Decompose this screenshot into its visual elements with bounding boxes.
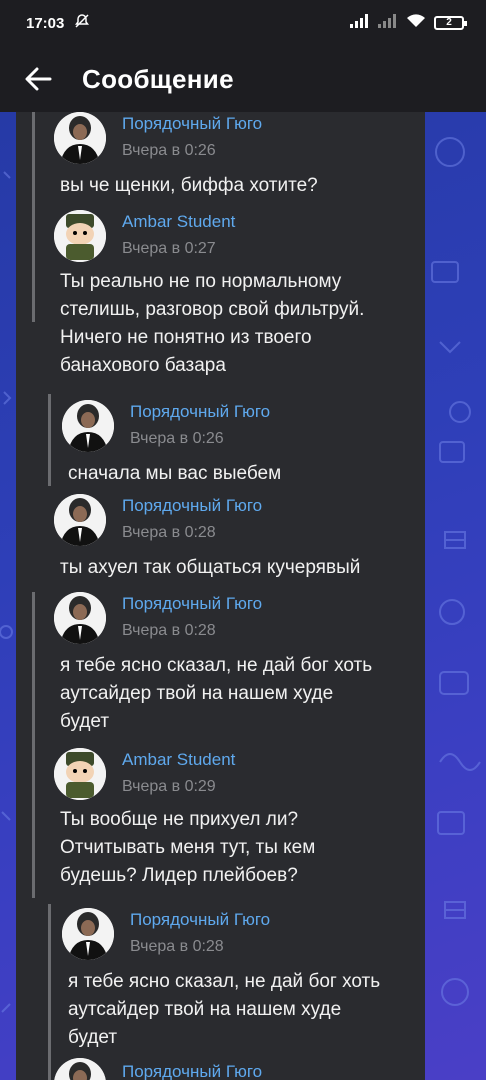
message-text: Ты вообще не прихуел ли? Отчитывать меня… — [60, 809, 316, 886]
message-text: я тебе ясно сказал, не дай бог хоть аутс… — [60, 655, 373, 732]
thread-line — [32, 592, 35, 752]
back-arrow-icon[interactable] — [22, 63, 54, 95]
avatar[interactable] — [54, 112, 106, 164]
message-time: Вчера в 0:27 — [122, 240, 216, 257]
thread-line — [32, 748, 35, 898]
message-text: Ты реально не по нормальному стелишь, ра… — [60, 271, 365, 376]
message-time: Вчера в 0:26 — [122, 142, 216, 159]
message-time: Вчера в 0:28 — [122, 622, 216, 639]
message-text: сначала мы вас выебем — [68, 463, 282, 484]
avatar[interactable] — [54, 494, 106, 546]
message-text: я тебе ясно сказал, не дай бог хоть аутс… — [68, 971, 381, 1048]
author-name[interactable]: Порядочный Гюго — [122, 594, 262, 614]
author-name[interactable]: Порядочный Гюго — [130, 402, 270, 422]
message-time: Вчера в 0:28 — [130, 938, 224, 955]
app-bar: Сообщение — [0, 46, 486, 112]
author-name[interactable]: Ambar Student — [122, 750, 235, 770]
message-time: Вчера в 0:26 — [130, 430, 224, 447]
avatar[interactable] — [62, 908, 114, 960]
message-time: Вчера в 0:28 — [122, 524, 216, 541]
chat-wallpaper: Порядочный Гюго Вчера в 0:26 вы че щенки… — [0, 112, 486, 1080]
author-name[interactable]: Порядочный Гюго — [122, 496, 262, 516]
status-time: 17:03 — [26, 14, 65, 32]
avatar[interactable] — [62, 400, 114, 452]
signal-icon — [350, 14, 370, 32]
avatar[interactable] — [54, 210, 106, 262]
message-text: вы че щенки, биффа хотите? — [60, 175, 318, 196]
status-bar: 17:03 2 — [0, 0, 486, 46]
avatar[interactable] — [54, 1058, 106, 1080]
author-name[interactable]: Порядочный Гюго — [122, 1062, 262, 1080]
message-text: ты ахуел так общаться кучерявый — [60, 557, 361, 578]
signal-icon-2 — [378, 14, 398, 32]
thread-line — [32, 112, 35, 322]
author-name[interactable]: Ambar Student — [122, 212, 235, 232]
author-name[interactable]: Порядочный Гюго — [122, 114, 262, 134]
message-time: Вчера в 0:29 — [122, 778, 216, 795]
message-card: Порядочный Гюго Вчера в 0:26 вы че щенки… — [16, 112, 425, 1080]
avatar[interactable] — [54, 748, 106, 800]
quote-line — [48, 904, 51, 1080]
avatar[interactable] — [54, 592, 106, 644]
author-name[interactable]: Порядочный Гюго — [130, 910, 270, 930]
quote-line — [48, 394, 51, 486]
page-title: Сообщение — [82, 63, 234, 94]
mute-icon — [74, 13, 90, 33]
battery-icon: 2 — [434, 16, 467, 30]
wifi-icon — [406, 14, 426, 32]
